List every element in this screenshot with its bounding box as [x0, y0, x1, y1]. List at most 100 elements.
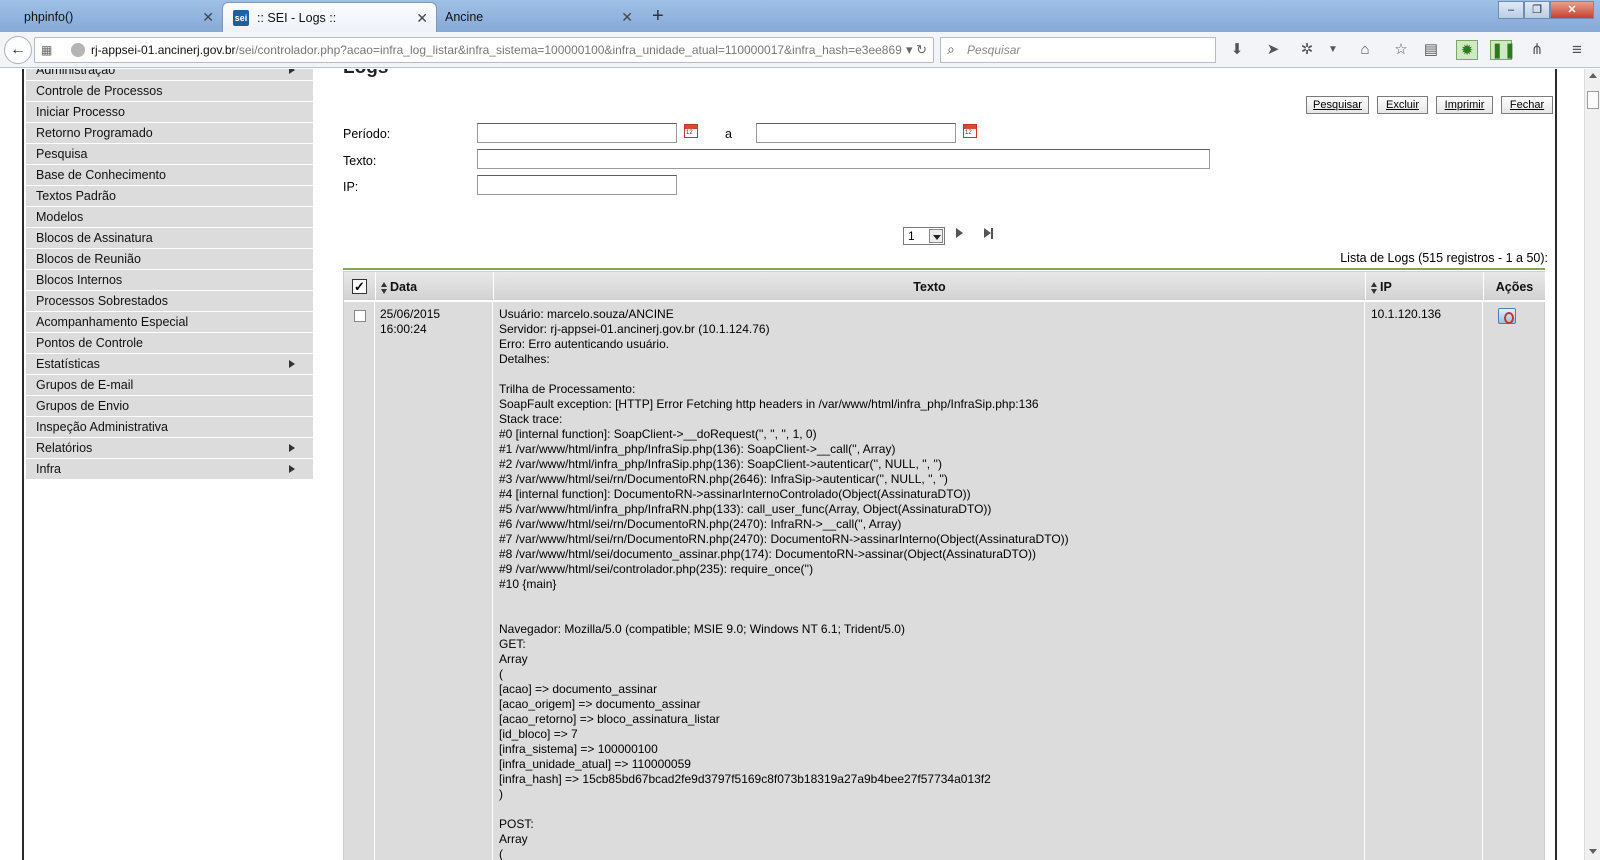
tab-label: phpinfo() [24, 10, 74, 24]
scroll-thumb[interactable] [1587, 91, 1599, 109]
calendar-icon[interactable] [684, 124, 698, 138]
sidebar-item[interactable]: Blocos de Reunião [26, 249, 313, 269]
chevron-down-icon[interactable] [929, 229, 943, 243]
close-window-button[interactable]: ✕ [1550, 1, 1594, 19]
sidebar-item-label: Pontos de Controle [36, 336, 144, 350]
header-acoes: Ações [1483, 272, 1545, 302]
sidebar-item[interactable]: Pontos de Controle [26, 333, 313, 353]
address-bar[interactable]: ▦ rj-appsei-01.ancinerj.gov.br/sei/contr… [34, 37, 934, 63]
sidebar-item[interactable]: Infra [26, 459, 313, 479]
bug-icon[interactable]: ✹ [1456, 40, 1478, 60]
close-tab-icon[interactable]: ✕ [621, 2, 633, 32]
periodo-separator: a [725, 127, 732, 141]
calendar-icon[interactable] [963, 124, 977, 138]
sidebar-item-label: Iniciar Processo [36, 105, 125, 119]
chevron-down-icon[interactable]: ▼ [1322, 40, 1344, 60]
header-ip[interactable]: IP [1365, 272, 1483, 302]
browser-search-box[interactable]: ⌕ Pesquisar [940, 37, 1216, 63]
sidebar-item[interactable]: Retorno Programado [26, 123, 313, 143]
extension-icon[interactable]: ✲ [1296, 40, 1318, 60]
tab-phpinfo[interactable]: phpinfo() ✕ [0, 2, 222, 32]
pesquisar-button[interactable]: Pesquisar [1306, 96, 1369, 114]
periodo-label: Período: [343, 127, 391, 141]
sidebar-item[interactable]: Grupos de Envio [26, 396, 313, 416]
search-icon: ⌕ [947, 41, 955, 57]
periodo-inicio-input[interactable] [477, 123, 677, 143]
sidebar-item-label: Inspeção Administrativa [36, 420, 169, 434]
imprimir-button[interactable]: Imprimir [1436, 96, 1493, 114]
texto-input[interactable] [477, 149, 1210, 169]
column-ip [1365, 272, 1483, 860]
sidebar-item[interactable]: Relatórios [26, 438, 313, 458]
sidebar-item[interactable]: Grupos de E-mail [26, 375, 313, 395]
page-select[interactable]: 1 [903, 227, 945, 245]
sidebar-item[interactable]: Textos Padrão [26, 186, 313, 206]
sidebar-item-label: Pesquisa [36, 147, 88, 161]
header-texto-label: Texto [913, 280, 946, 294]
header-acoes-label: Ações [1495, 280, 1534, 294]
select-all-checkbox[interactable]: ✓ [352, 279, 367, 294]
row-ip: 10.1.120.136 [1371, 307, 1442, 321]
footprints-icon[interactable]: ❚❚ [1490, 40, 1516, 60]
sidebar-item[interactable]: Iniciar Processo [26, 102, 313, 122]
back-button[interactable]: ← [4, 36, 32, 64]
url-text[interactable]: rj-appsei-01.ancinerj.gov.br/sei/control… [91, 38, 911, 62]
sidebar-item-label: Modelos [36, 210, 84, 224]
reading-list-icon[interactable]: ▤ [1420, 40, 1442, 60]
sidebar-item-label: Blocos Internos [36, 273, 123, 287]
texto-label: Texto: [343, 154, 377, 168]
sidebar-item[interactable]: Blocos Internos [26, 270, 313, 290]
sort-icon[interactable] [1371, 281, 1378, 294]
last-page-icon[interactable] [984, 228, 994, 239]
reload-icon[interactable]: ▾ ↻ [906, 38, 927, 62]
sidebar-item-label: Administração [36, 69, 116, 77]
column-acoes [1483, 272, 1545, 860]
minimize-button[interactable]: ‒ [1498, 1, 1524, 19]
sort-icon[interactable] [381, 281, 388, 294]
excluir-button[interactable]: Excluir [1377, 96, 1428, 114]
close-tab-icon[interactable]: ✕ [202, 2, 214, 32]
sidebar-item[interactable]: Controle de Processos [26, 81, 313, 101]
submenu-arrow-icon [289, 444, 295, 452]
submenu-arrow-icon [289, 465, 295, 473]
restore-button[interactable]: ❐ [1524, 1, 1550, 19]
sidebar-item-label: Processos Sobrestados [36, 294, 169, 308]
header-check: ✓ [344, 272, 375, 302]
sidebar-item[interactable]: Estatísticas [26, 354, 313, 374]
new-tab-button[interactable]: + [652, 3, 664, 29]
sidebar-menu: Administração Controle de Processos Inicia… [26, 69, 313, 480]
download-icon[interactable]: ⬇ [1226, 40, 1248, 60]
next-page-icon[interactable] [956, 228, 963, 238]
sidebar-item[interactable]: Modelos [26, 207, 313, 227]
sidebar-item[interactable]: Inspeção Administrativa [26, 417, 313, 437]
sidebar-item[interactable]: Blocos de Assinatura [26, 228, 313, 248]
tab-sei-logs[interactable]: sei :: SEI - Logs :: ✕ [222, 2, 437, 32]
bookmark-star-icon[interactable]: ☆ [1390, 40, 1412, 60]
sidebar-item-label: Controle de Processos [36, 84, 163, 98]
sidebar-item-label: Acompanhamento Especial [36, 315, 189, 329]
ip-label: IP: [343, 180, 359, 194]
view-log-icon[interactable] [1498, 308, 1516, 324]
scroll-up-icon[interactable] [1589, 73, 1597, 78]
send-icon[interactable]: ➤ [1262, 40, 1284, 60]
tab-ancine[interactable]: Ancine ✕ [437, 2, 641, 32]
log-table: ✓ Data Texto IP Ações 25/06/2015 16:00:2… [343, 271, 1545, 860]
row-checkbox[interactable] [354, 310, 366, 322]
menu-icon[interactable]: ≡ [1566, 40, 1588, 60]
page-info-icon[interactable]: ▦ [41, 42, 57, 58]
page-content: Administração Controle de Processos Inicia… [0, 69, 1584, 860]
fechar-button[interactable]: Fechar [1501, 96, 1553, 114]
scroll-down-icon[interactable] [1589, 849, 1597, 854]
close-tab-icon[interactable]: ✕ [416, 3, 428, 33]
sidebar-item[interactable]: Pesquisa [26, 144, 313, 164]
ip-input[interactable] [477, 175, 677, 195]
sidebar-item[interactable]: Processos Sobrestados [26, 291, 313, 311]
periodo-fim-input[interactable] [756, 123, 956, 143]
sidebar-item[interactable]: Acompanhamento Especial [26, 312, 313, 332]
sidebar-item[interactable]: Administração [26, 69, 313, 80]
sitemap-icon[interactable]: ⋔ [1526, 40, 1548, 60]
vertical-scrollbar[interactable] [1584, 69, 1600, 860]
sidebar-item[interactable]: Base de Conhecimento [26, 165, 313, 185]
header-data[interactable]: Data [375, 272, 493, 302]
home-icon[interactable]: ⌂ [1354, 40, 1376, 60]
